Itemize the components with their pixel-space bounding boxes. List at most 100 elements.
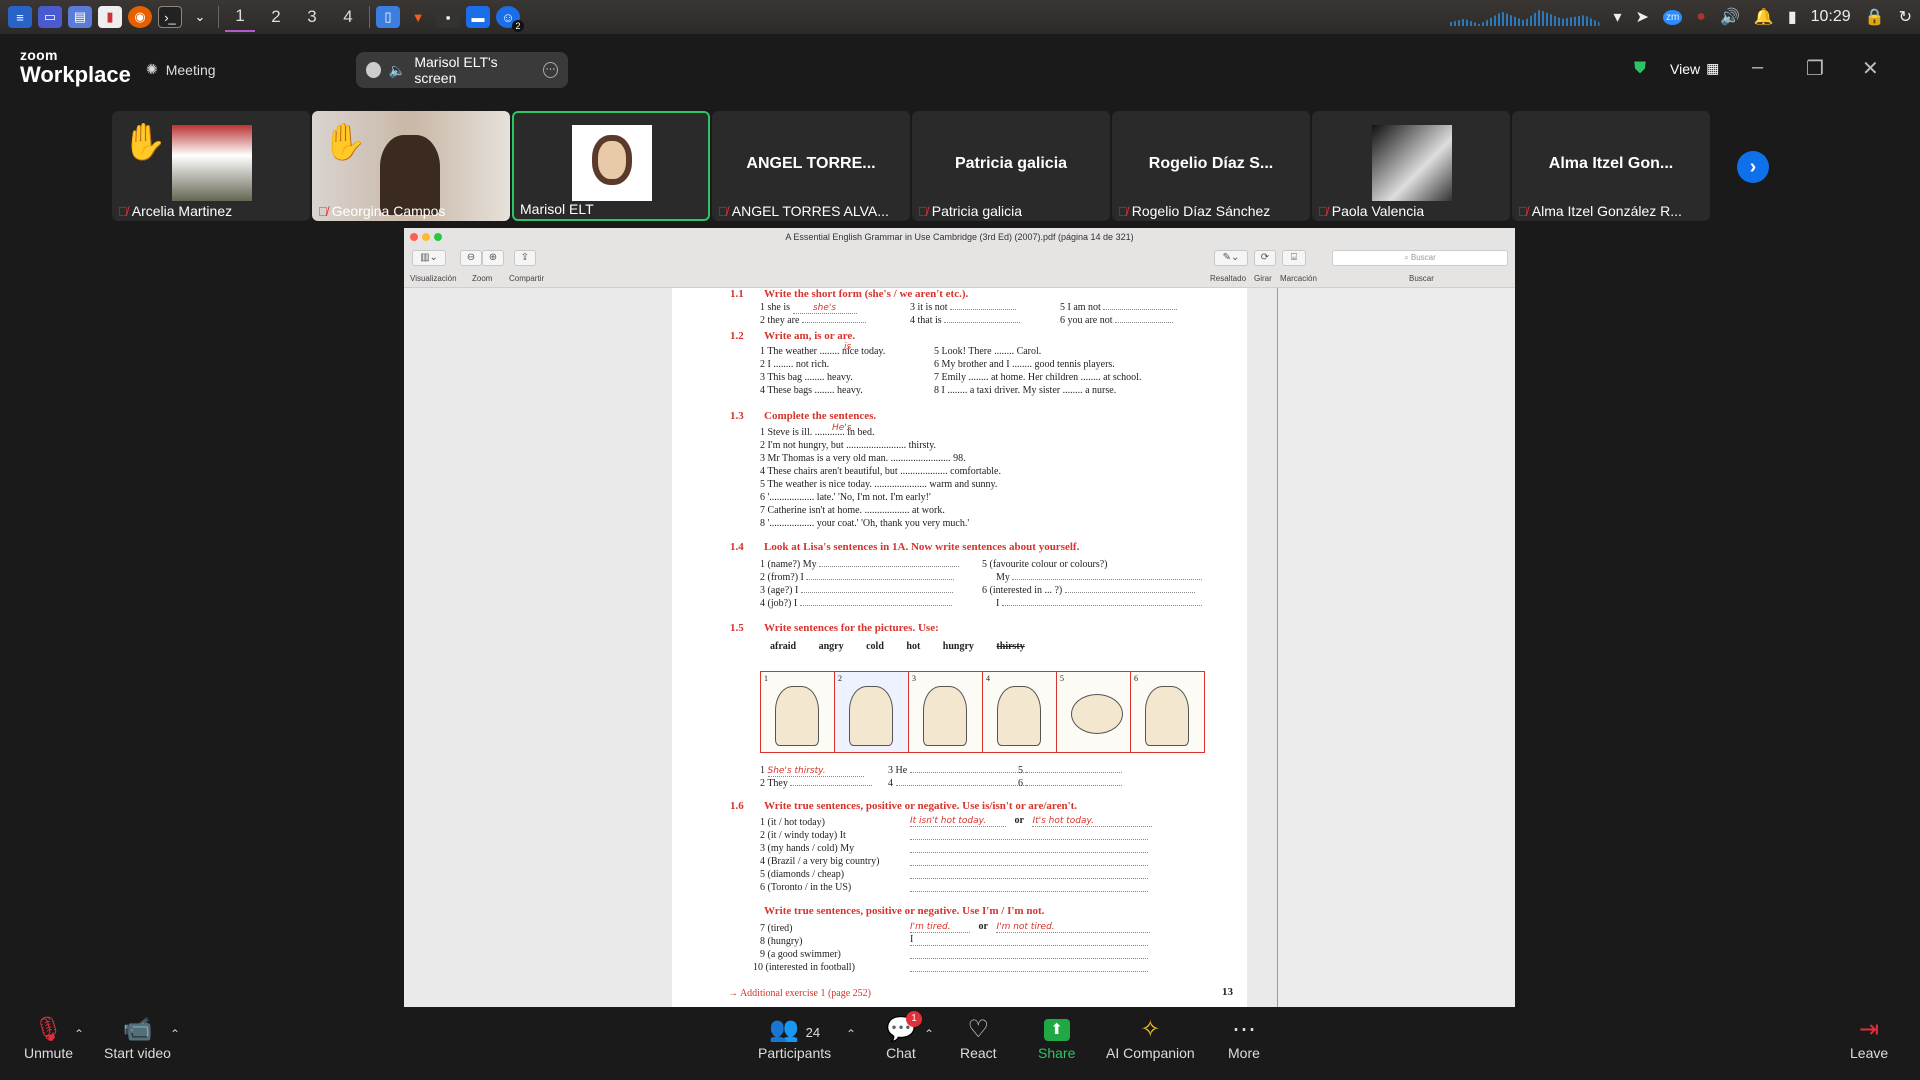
participant-tile-active[interactable]: Marisol ELT	[512, 111, 710, 221]
zoom-out-icon[interactable]: ⊖	[460, 250, 482, 266]
wifi-icon[interactable]: ▾	[1614, 7, 1622, 27]
text-editor-icon[interactable]: ▯	[376, 6, 400, 28]
zoom-taskbar-icon[interactable]: ▬	[466, 6, 490, 28]
participants-count: 24	[805, 1025, 821, 1040]
rotate-icon[interactable]: ⟳	[1254, 250, 1276, 266]
react-button[interactable]: ♡ React	[960, 1015, 997, 1061]
chevron-down-icon[interactable]: ⌄	[188, 6, 212, 28]
logo-big: Workplace	[20, 62, 131, 87]
participant-name: Arcelia Martinez	[131, 203, 233, 219]
document-viewer-icon[interactable]: ▮	[98, 6, 122, 28]
battery-icon[interactable]: ▮	[1788, 7, 1797, 27]
meeting-controls: 🎙 Unmute ⌃ 📹 Start video ⌃ 👥 24 Participant…	[0, 1007, 1920, 1080]
record-icon[interactable]: ●	[1696, 8, 1706, 26]
mac-close-icon[interactable]	[410, 233, 418, 241]
brave-icon[interactable]: ▼	[406, 6, 430, 28]
answer-line	[910, 880, 1148, 892]
exercise-row: 4 These chairs aren't beautiful, but ...…	[760, 466, 1001, 477]
participant-tile[interactable]: ANGEL TORRE... 🎙̸ ANGEL TORRES ALVA...	[712, 111, 910, 221]
more-options-icon[interactable]: ⋯	[542, 62, 558, 78]
next-page-button[interactable]: ›	[1737, 151, 1769, 183]
markup-icon[interactable]: ⌸	[1282, 250, 1306, 266]
highlight-button[interactable]: ✎⌄	[1214, 250, 1248, 266]
tool-label: Visualización	[410, 274, 457, 283]
volume-icon[interactable]: 🔊	[1720, 7, 1740, 27]
video-options-caret[interactable]: ⌃	[170, 1027, 180, 1041]
bell-icon[interactable]: 🔔	[1754, 7, 1774, 27]
os-taskbar: ≡ ▭ ▤ ▮ ◉ ›_ ⌄ 1 2 3 4 ▯ ▼ ▪ ▬ ☺ 2 ▾ ➤ zm…	[0, 0, 1920, 34]
exercise-row: I	[996, 598, 1202, 609]
participant-tile[interactable]: Patricia galicia 🎙̸ Patricia galicia	[912, 111, 1110, 221]
zoom-in-icon[interactable]: ⊕	[482, 250, 504, 266]
participant-tile[interactable]: ✋ 🎙̸ Georgina Campos	[312, 111, 510, 221]
participants-caret[interactable]: ⌃	[846, 1027, 856, 1041]
leave-button[interactable]: ⇥ Leave	[1850, 1015, 1888, 1061]
chat-app-icon[interactable]: ☺ 2	[496, 6, 524, 32]
meeting-menu-button[interactable]: ✺ Meeting	[146, 61, 216, 78]
view-button[interactable]: View ▦	[1670, 60, 1719, 77]
terminal-window-icon[interactable]: ▪	[436, 6, 460, 28]
close-icon[interactable]: ✕	[1862, 56, 1879, 81]
chat-badge: 1	[906, 1011, 922, 1027]
chat-caret[interactable]: ⌃	[924, 1027, 934, 1041]
logo-small: zoom	[20, 47, 58, 63]
ai-companion-button[interactable]: ✧ AI Companion	[1106, 1015, 1195, 1061]
mac-minimize-icon[interactable]	[422, 233, 430, 241]
lock-icon[interactable]: 🔒	[1865, 7, 1885, 27]
participants-button[interactable]: 👥 24 Participants	[758, 1015, 831, 1061]
share-icon[interactable]: ⇪	[514, 250, 536, 266]
restore-icon[interactable]: ❐	[1806, 56, 1824, 81]
zoom-header: zoom Workplace ✺ Meeting 🔈 Marisol ELT's…	[0, 34, 1920, 104]
participant-tile[interactable]: ✋ 🎙̸ Arcelia Martinez	[112, 111, 310, 221]
sidebar-view-button[interactable]: ▥⌄	[412, 250, 446, 266]
exercise-row: 4 that is	[910, 315, 1021, 326]
workspace-4[interactable]: 4	[333, 2, 363, 32]
more-button[interactable]: ⋯ More	[1228, 1015, 1260, 1061]
participant-tile[interactable]: 🎙̸ Paola Valencia	[1312, 111, 1510, 221]
unmute-button[interactable]: 🎙 Unmute	[24, 1015, 73, 1061]
exercise-row: 2 I'm not hungry, but ..................…	[760, 440, 937, 451]
answer-line	[910, 947, 1148, 959]
mac-zoom-icon[interactable]	[434, 233, 442, 241]
start-video-button[interactable]: 📹 Start video	[104, 1015, 171, 1061]
desktop-icon[interactable]: ▭	[38, 6, 62, 28]
muted-mic-icon: 🎙̸	[118, 203, 128, 219]
participant-avatar	[572, 125, 652, 201]
workspace-2[interactable]: 2	[261, 2, 291, 32]
viewing-screen-pill[interactable]: 🔈 Marisol ELT's screen ⋯	[356, 52, 568, 88]
exercise-row: 5 I am not	[1060, 302, 1178, 313]
search-input[interactable]: ⌕ Buscar	[1332, 250, 1508, 266]
grid-icon: ▦	[1706, 60, 1720, 76]
audio-options-caret[interactable]: ⌃	[74, 1027, 84, 1041]
minimize-icon[interactable]: –	[1752, 56, 1763, 79]
participant-tile[interactable]: Rogelio Díaz S... 🎙̸ Rogelio Díaz Sánchez	[1112, 111, 1310, 221]
exercise-row: 4	[888, 778, 1032, 789]
firefox-icon[interactable]: ◉	[128, 6, 152, 28]
ai-companion-label: AI Companion	[1106, 1045, 1195, 1061]
tool-label: Resaltado	[1210, 274, 1247, 283]
exercise-pictures: 1 2 3 4 5 6	[760, 671, 1205, 753]
workspace-3[interactable]: 3	[297, 2, 327, 32]
speaker-icon: 🔈	[388, 61, 407, 78]
participant-name: Patricia galicia	[931, 203, 1023, 219]
exercise-row: 5 The weather is nice today. ...........…	[760, 479, 998, 490]
workspace-1[interactable]: 1	[225, 2, 255, 32]
handwritten-answer: He's	[832, 423, 852, 433]
participant-tile[interactable]: Alma Itzel Gon... 🎙̸ Alma Itzel González …	[1512, 111, 1710, 221]
participant-name: Paola Valencia	[1331, 203, 1425, 219]
file-manager-icon[interactable]: ▤	[68, 6, 92, 28]
encryption-shield-icon[interactable]: ⛊	[1634, 60, 1646, 78]
preview-side-pane	[1277, 288, 1515, 1007]
meeting-label: Meeting	[165, 61, 216, 78]
exercise-row: 1 Steve is ill. ............ in bed.	[760, 427, 875, 438]
clock[interactable]: 10:29	[1811, 8, 1851, 26]
additional-exercise-link[interactable]: → Additional exercise 1 (page 252)	[728, 988, 871, 999]
terminal-icon[interactable]: ›_	[158, 6, 182, 28]
search-placeholder: Buscar	[1410, 253, 1436, 262]
share-button[interactable]: ⬆ Share	[1038, 1015, 1075, 1061]
handwritten-answer: She's thirsty.	[767, 766, 826, 776]
telegram-icon[interactable]: ➤	[1636, 7, 1649, 27]
power-icon[interactable]: ↻	[1899, 7, 1912, 27]
zoom-tray-icon[interactable]: zm	[1662, 9, 1683, 25]
app-menu-icon[interactable]: ≡	[8, 6, 32, 28]
